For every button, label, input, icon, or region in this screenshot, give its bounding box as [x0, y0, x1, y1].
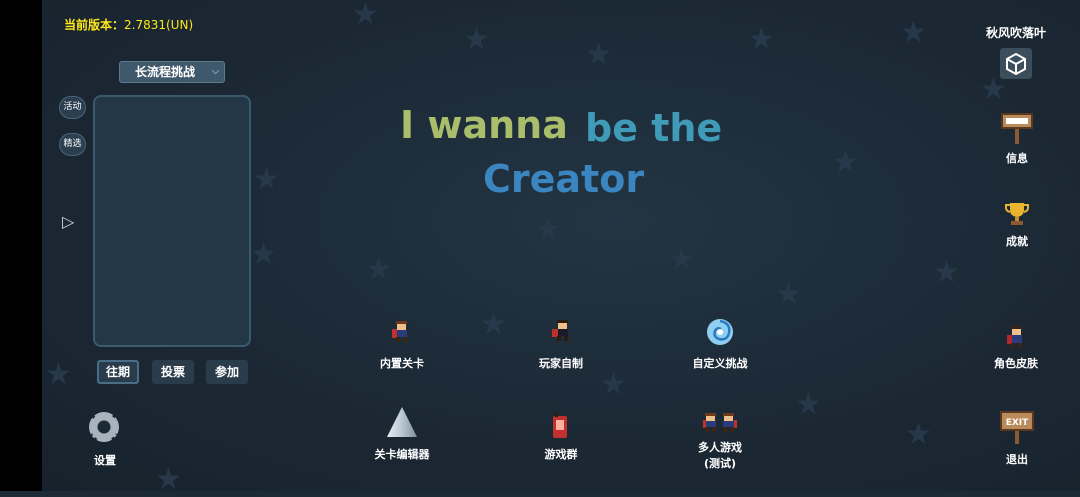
exit-sign-icon[interactable]: EXIT — [1000, 410, 1034, 444]
multiplayer-label-line1: 多人游戏 — [698, 441, 742, 454]
skins-label[interactable]: 角色皮肤 — [983, 355, 1049, 371]
username: 秋风吹落叶 — [985, 26, 1046, 40]
gear-icon[interactable] — [89, 412, 119, 442]
tab-featured[interactable]: 精选 — [59, 133, 86, 156]
unity-icon[interactable] — [1000, 48, 1032, 79]
exit-label[interactable]: 退出 — [996, 451, 1038, 467]
player-made-label[interactable]: 玩家自制 — [528, 355, 594, 371]
version-value: 2.7831(UN) — [124, 18, 194, 32]
phone-icon[interactable] — [551, 413, 569, 439]
game-title-line2: Creator — [483, 157, 645, 201]
sign-icon[interactable] — [1001, 110, 1033, 144]
title-part: I wanna — [400, 103, 568, 147]
multiplayer-icon[interactable] — [703, 412, 737, 434]
chevron-down-icon: ⌵ — [212, 67, 219, 77]
game-group-label[interactable]: 游戏群 — [528, 446, 594, 462]
game-title-line1b: be the — [585, 106, 723, 150]
tab-join[interactable]: 参加 — [206, 360, 248, 384]
play-arrow-icon[interactable]: ▷ — [62, 212, 74, 231]
multiplayer-label-line2: (测试) — [703, 457, 737, 470]
kid-character-icon[interactable] — [390, 320, 412, 344]
level-editor-label[interactable]: 关卡编辑器 — [362, 446, 442, 462]
tab-activity[interactable]: 活动 — [59, 96, 86, 119]
player-character-icon[interactable] — [550, 319, 572, 343]
spike-icon[interactable] — [385, 405, 419, 439]
tab-vote[interactable]: 投票 — [152, 360, 194, 384]
game-menu-screen: ★ ★ ★ ★ ★ ★ ★ ★ ★ ★ ★ ★ ★ ★ ★ ★ ★ ★ ★ ★ … — [0, 0, 1080, 495]
svg-text:EXIT: EXIT — [1006, 418, 1029, 428]
unity-logo — [1006, 52, 1026, 76]
dropdown-value: 长流程挑战 — [135, 65, 196, 79]
builtin-levels-label[interactable]: 内置关卡 — [369, 355, 435, 371]
trophy-icon[interactable] — [1004, 200, 1030, 226]
left-black-bar — [0, 0, 42, 491]
info-label[interactable]: 信息 — [996, 150, 1038, 166]
custom-challenge-label[interactable]: 自定义挑战 — [680, 355, 760, 371]
tab-past[interactable]: 往期 — [97, 360, 139, 384]
version-label: 当前版本： — [64, 18, 125, 32]
achievements-label[interactable]: 成就 — [996, 233, 1038, 249]
character-skin-icon[interactable] — [1004, 325, 1028, 349]
challenge-list-panel[interactable] — [93, 95, 251, 347]
settings-label[interactable]: 设置 — [85, 452, 125, 468]
challenge-dropdown[interactable]: 长流程挑战 ⌵ — [119, 61, 225, 83]
version-text: 当前版本：2.7831(UN) — [64, 16, 193, 33]
vortex-icon[interactable] — [705, 317, 735, 347]
multiplayer-label[interactable]: 多人游戏 (测试) — [680, 439, 760, 471]
game-title-line1a: I wanna — [400, 106, 568, 144]
